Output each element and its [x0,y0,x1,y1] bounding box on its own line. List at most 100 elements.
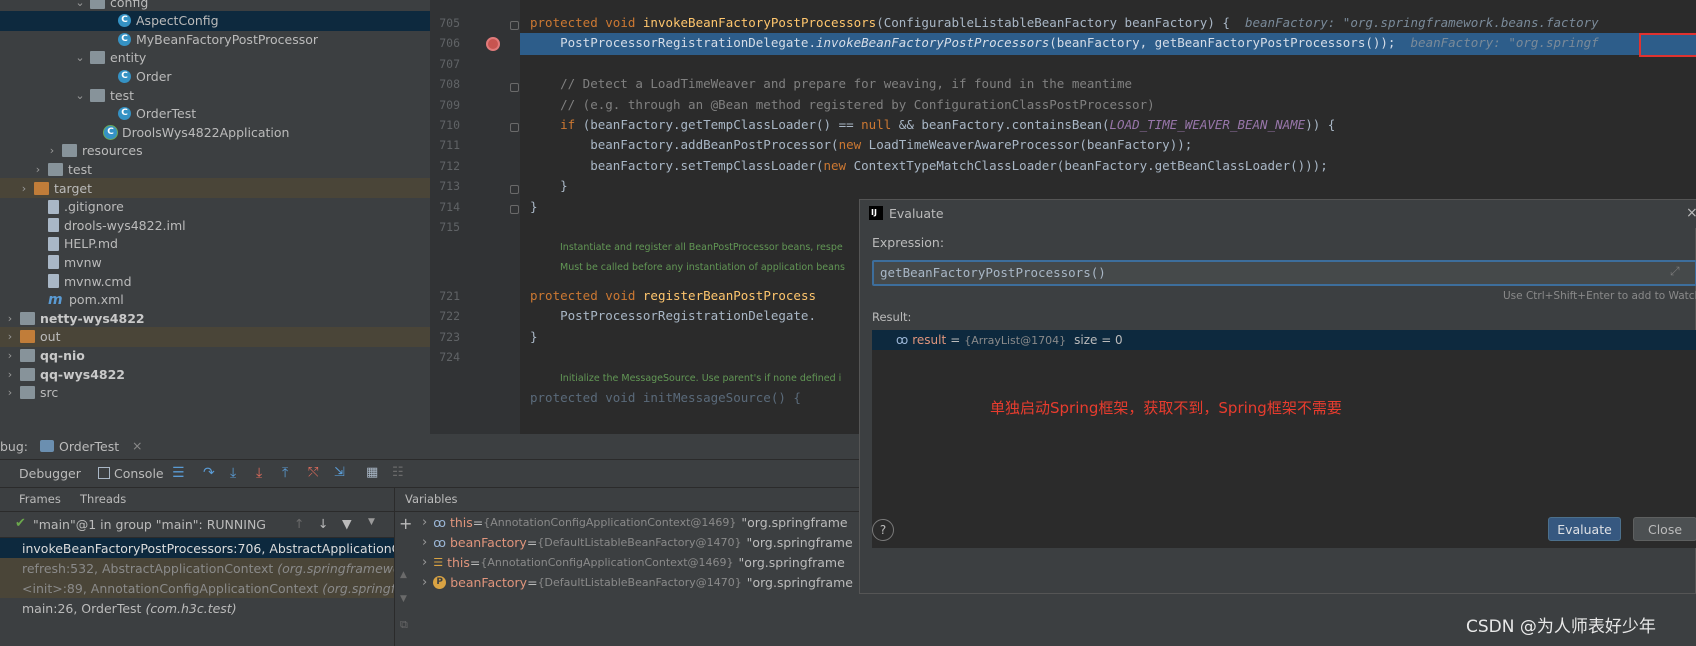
tree-item[interactable]: C DroolsWys4822Application [0,122,430,142]
tab-frames[interactable]: Frames [19,492,61,506]
step-over-icon[interactable]: ⤓ [230,466,244,481]
code-line[interactable]: if (beanFactory.getTempClassLoader() == … [530,117,1335,132]
copy-icon[interactable]: ⧉ [400,618,408,632]
evaluate-icon[interactable]: ▦ [366,466,380,481]
chevron-right-icon[interactable]: › [32,163,44,176]
tree-item[interactable]: › test [0,159,430,179]
fold-710-icon[interactable] [510,123,519,132]
chevron-down-icon[interactable]: ⌄ [74,51,86,64]
tree-item[interactable]: C MyBeanFactoryPostProcessor [0,29,430,49]
result-row[interactable]: ꝏ result = {ArrayList@1704} size = 0 [872,330,1696,350]
tree-item[interactable]: › src [0,383,430,403]
step-into-icon[interactable]: ⤓ [256,466,270,481]
tree-item[interactable]: › resources [0,141,430,161]
code-line[interactable]: } [530,329,538,344]
fold-708-icon[interactable] [510,83,519,92]
expand-icon[interactable]: ⤢ [1670,264,1680,279]
step-out-icon[interactable]: ⤒ [282,466,296,481]
code-line[interactable]: // (e.g. through an @Bean method registe… [530,97,1155,112]
chevron-right-icon[interactable]: › [4,349,16,362]
frame-row[interactable]: main:26, OrderTest (com.h3c.test) [0,598,394,618]
evaluate-button[interactable]: Evaluate [1548,517,1621,541]
tree-item[interactable]: mvnw [0,252,430,272]
code-line[interactable]: protected void invokeBeanFactoryPostProc… [530,15,1599,30]
chevron-right-icon[interactable]: › [4,312,16,325]
tab-threads[interactable]: Threads [80,492,126,506]
layout-icon[interactable]: ☰ [172,466,186,481]
code-line[interactable]: // Detect a LoadTimeWeaver and prepare f… [530,76,1132,91]
up-arrow-icon[interactable]: ↑ [294,516,304,531]
variable-row[interactable]: › ꝏ this = {AnnotationConfigApplicationCon… [416,512,848,532]
code-line[interactable]: protected void initMessageSource() { [530,390,801,405]
code-line[interactable]: } [530,199,538,214]
tree-item[interactable]: ⌄ test [0,85,430,105]
tree-item[interactable]: C AspectConfig [0,10,430,31]
variable-row[interactable]: › PbeanFactory = {DefaultListableBeanFact… [416,572,853,592]
frame-row[interactable]: invokeBeanFactoryPostProcessors:706, Abs… [0,538,394,558]
expression-input[interactable]: getBeanFactoryPostProcessors() ⤢ [872,260,1696,286]
fold-714-icon[interactable] [510,205,519,214]
chevron-right-icon[interactable]: › [4,368,16,381]
fold-713-icon[interactable] [510,185,519,194]
code-line[interactable]: beanFactory.addBeanPostProcessor(new Loa… [530,137,1192,152]
tree-item[interactable]: HELP.md [0,234,430,254]
help-button[interactable]: ? [872,519,894,541]
run-to-cursor-icon[interactable]: ⇲ [334,466,348,481]
tree-item[interactable]: C OrderTest [0,104,430,124]
move-down-icon[interactable]: ▼ [400,594,407,604]
tree-item[interactable]: › qq-nio [0,345,430,365]
breakpoint-icon[interactable] [486,37,500,51]
code-line[interactable]: beanFactory.setTempClassLoader(new Conte… [530,158,1328,173]
tree-item[interactable]: drools-wys4822.iml [0,215,430,235]
tab-debugger[interactable]: Debugger [19,466,81,481]
add-watch-icon[interactable]: + [399,514,412,533]
chevron-right-icon[interactable]: › [46,144,58,157]
chevron-right-icon[interactable]: › [422,555,427,570]
variable-row[interactable]: › ꝏ beanFactory = {DefaultListableBeanFact… [416,532,853,552]
show-execution-point-icon[interactable]: ↷ [203,466,217,481]
debug-session-tab[interactable]: OrderTest [59,439,119,454]
fold-705-icon[interactable] [510,21,519,30]
variable-row[interactable]: › ☰ this = {AnnotationConfigApplicationCon… [416,552,845,572]
tree-item[interactable]: › target [0,178,430,198]
frame-row[interactable]: <init>:89, AnnotationConfigApplicationCo… [0,578,394,598]
thread-selector[interactable]: ✔ "main"@1 in group "main": RUNNING ↑ ↓ … [0,512,394,538]
code-line[interactable]: protected void registerBeanPostProcess [530,288,816,303]
frame-row[interactable]: refresh:532, AbstractApplicationContext(… [0,558,394,578]
debugger-toolbar: Debugger Console ☰ ↷ ⤓ ⤓ ⤒ ⤲ ⇲ ▦ ☷ [0,460,860,488]
chevron-right-icon[interactable]: › [422,535,427,550]
result-tree[interactable]: ꝏ result = {ArrayList@1704} size = 0 单独启… [872,330,1696,548]
line-number: 709 [439,97,460,112]
tree-item[interactable]: .gitignore [0,197,430,217]
close-tab-icon[interactable]: × [132,438,142,453]
tree-item[interactable]: › out [0,326,430,347]
tree-item[interactable]: C Order [0,66,430,86]
chevron-right-icon[interactable]: › [422,575,427,590]
chevron-right-icon[interactable]: › [18,182,30,195]
chevron-down-icon[interactable]: ▼ [368,517,375,527]
down-arrow-icon[interactable]: ↓ [318,516,328,531]
chevron-right-icon[interactable]: › [4,330,16,343]
code-line[interactable]: } [530,178,568,193]
code-line[interactable]: PostProcessorRegistrationDelegate.invoke… [530,35,1599,50]
tree-item[interactable]: m pom.xml [0,290,430,310]
dialog-titlebar[interactable]: IJ Evaluate × [860,200,1696,228]
tree-item[interactable]: › qq-wys4822 [0,364,430,384]
editor-gutter[interactable]: 705 706 707 708 709 710 711 712 713 714 715 721 722 7… [430,0,520,434]
trace-icon[interactable]: ☷ [392,466,406,481]
chevron-down-icon[interactable]: ⌄ [74,89,86,102]
tree-item[interactable]: mvnw.cmd [0,271,430,291]
filter-icon[interactable]: ▼ [342,516,352,531]
chevron-down-icon[interactable]: ⌄ [74,0,86,9]
close-button[interactable]: Close [1633,517,1696,541]
close-dialog-icon[interactable]: × [1686,205,1696,221]
code-line[interactable]: PostProcessorRegistrationDelegate. [530,308,816,323]
chevron-right-icon[interactable]: › [422,515,427,530]
tree-item[interactable]: ⌄ entity [0,48,430,68]
chevron-right-icon[interactable]: › [4,386,16,399]
line-number: 721 [439,289,460,303]
tab-console[interactable]: Console [114,466,164,481]
move-up-icon[interactable]: ▲ [400,570,407,580]
drop-frame-icon[interactable]: ⤲ [308,466,322,481]
tree-item[interactable]: › netty-wys4822 [0,308,430,328]
